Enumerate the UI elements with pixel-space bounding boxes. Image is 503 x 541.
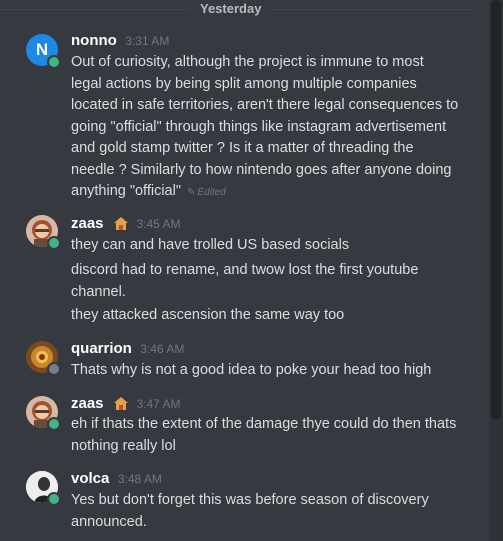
message-line: located in safe territories, aren't ther… bbox=[71, 97, 459, 113]
message-line: Yes but don't forget this was before sea… bbox=[71, 492, 429, 508]
status-offline-icon bbox=[47, 362, 61, 376]
timestamp: 3:48 AM bbox=[117, 472, 162, 486]
username[interactable]: quarrion bbox=[71, 340, 132, 357]
username[interactable]: volca bbox=[71, 470, 109, 487]
message-line: needle ? Similarly to how nintendo goes … bbox=[71, 161, 452, 178]
message-text: anything "official" bbox=[71, 183, 181, 199]
timestamp: 3:45 AM bbox=[136, 217, 181, 231]
message-line: eh if thats the extent of the damage thy… bbox=[71, 416, 457, 432]
scrollbar-track[interactable] bbox=[489, 0, 503, 541]
message-line-last: anything "official" ✎ Edited bbox=[71, 181, 471, 204]
status-online-icon bbox=[47, 236, 61, 250]
scrollbar-thumb[interactable] bbox=[491, 0, 501, 420]
message-line: Thats why is not a good idea to poke you… bbox=[71, 362, 432, 378]
house-icon bbox=[113, 217, 128, 235]
username[interactable]: nonno bbox=[71, 32, 117, 49]
status-online-icon bbox=[47, 55, 61, 69]
message-line: going "official" through things like ins… bbox=[71, 118, 447, 135]
timestamp: 3:46 AM bbox=[140, 342, 185, 356]
message-line: announced. bbox=[71, 513, 147, 530]
username[interactable]: zaas bbox=[71, 215, 104, 232]
timestamp: 3:31 AM bbox=[125, 34, 170, 48]
message-line: Out of curiosity, although the project i… bbox=[71, 54, 424, 70]
message-line: channel. bbox=[71, 283, 126, 300]
message-line: they attacked ascension the same way too bbox=[71, 307, 345, 323]
status-online-icon bbox=[47, 417, 61, 431]
status-online-icon bbox=[47, 492, 61, 506]
message-line: and gold stamp twitter ? Is it a matter … bbox=[71, 140, 414, 156]
message-line: nothing really lol bbox=[71, 437, 176, 454]
username[interactable]: zaas bbox=[71, 395, 104, 412]
message-line: discord had to rename, and twow lost the… bbox=[71, 262, 419, 278]
timestamp: 3:47 AM bbox=[136, 397, 181, 411]
edited-label: Edited bbox=[197, 187, 226, 198]
house-icon bbox=[113, 397, 128, 415]
message-line: legal actions by being split among multi… bbox=[71, 75, 417, 92]
pencil-icon: ✎ bbox=[187, 187, 196, 198]
day-divider-label: Yesterday bbox=[190, 0, 272, 18]
message-line: they can and have trolled US based socia… bbox=[71, 237, 350, 253]
